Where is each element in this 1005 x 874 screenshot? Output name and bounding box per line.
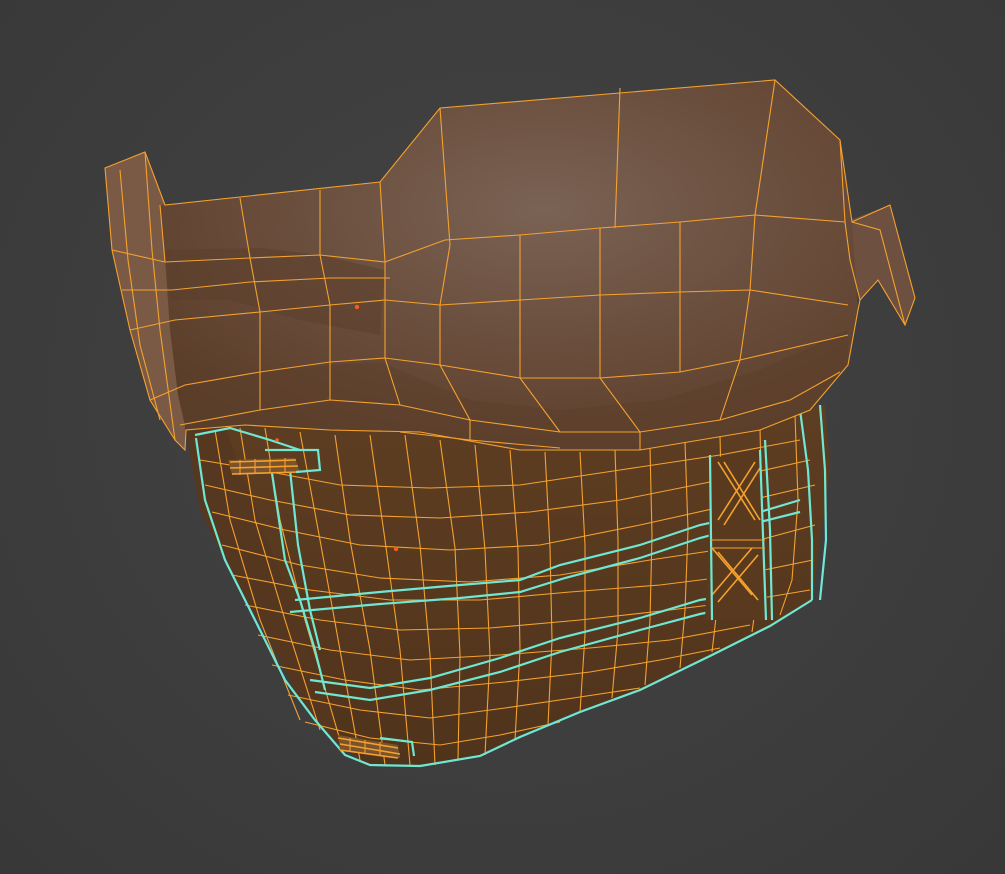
active-vertex-marker[interactable] (393, 546, 399, 552)
strap-band[interactable] (186, 404, 830, 768)
3d-viewport[interactable] (0, 0, 1005, 874)
active-vertex-marker[interactable] (354, 304, 360, 310)
lace-cross[interactable] (705, 449, 768, 621)
top-shell[interactable] (104, 79, 916, 452)
active-vertex-marker[interactable] (275, 438, 279, 442)
mesh-wireframe[interactable] (0, 0, 1005, 874)
